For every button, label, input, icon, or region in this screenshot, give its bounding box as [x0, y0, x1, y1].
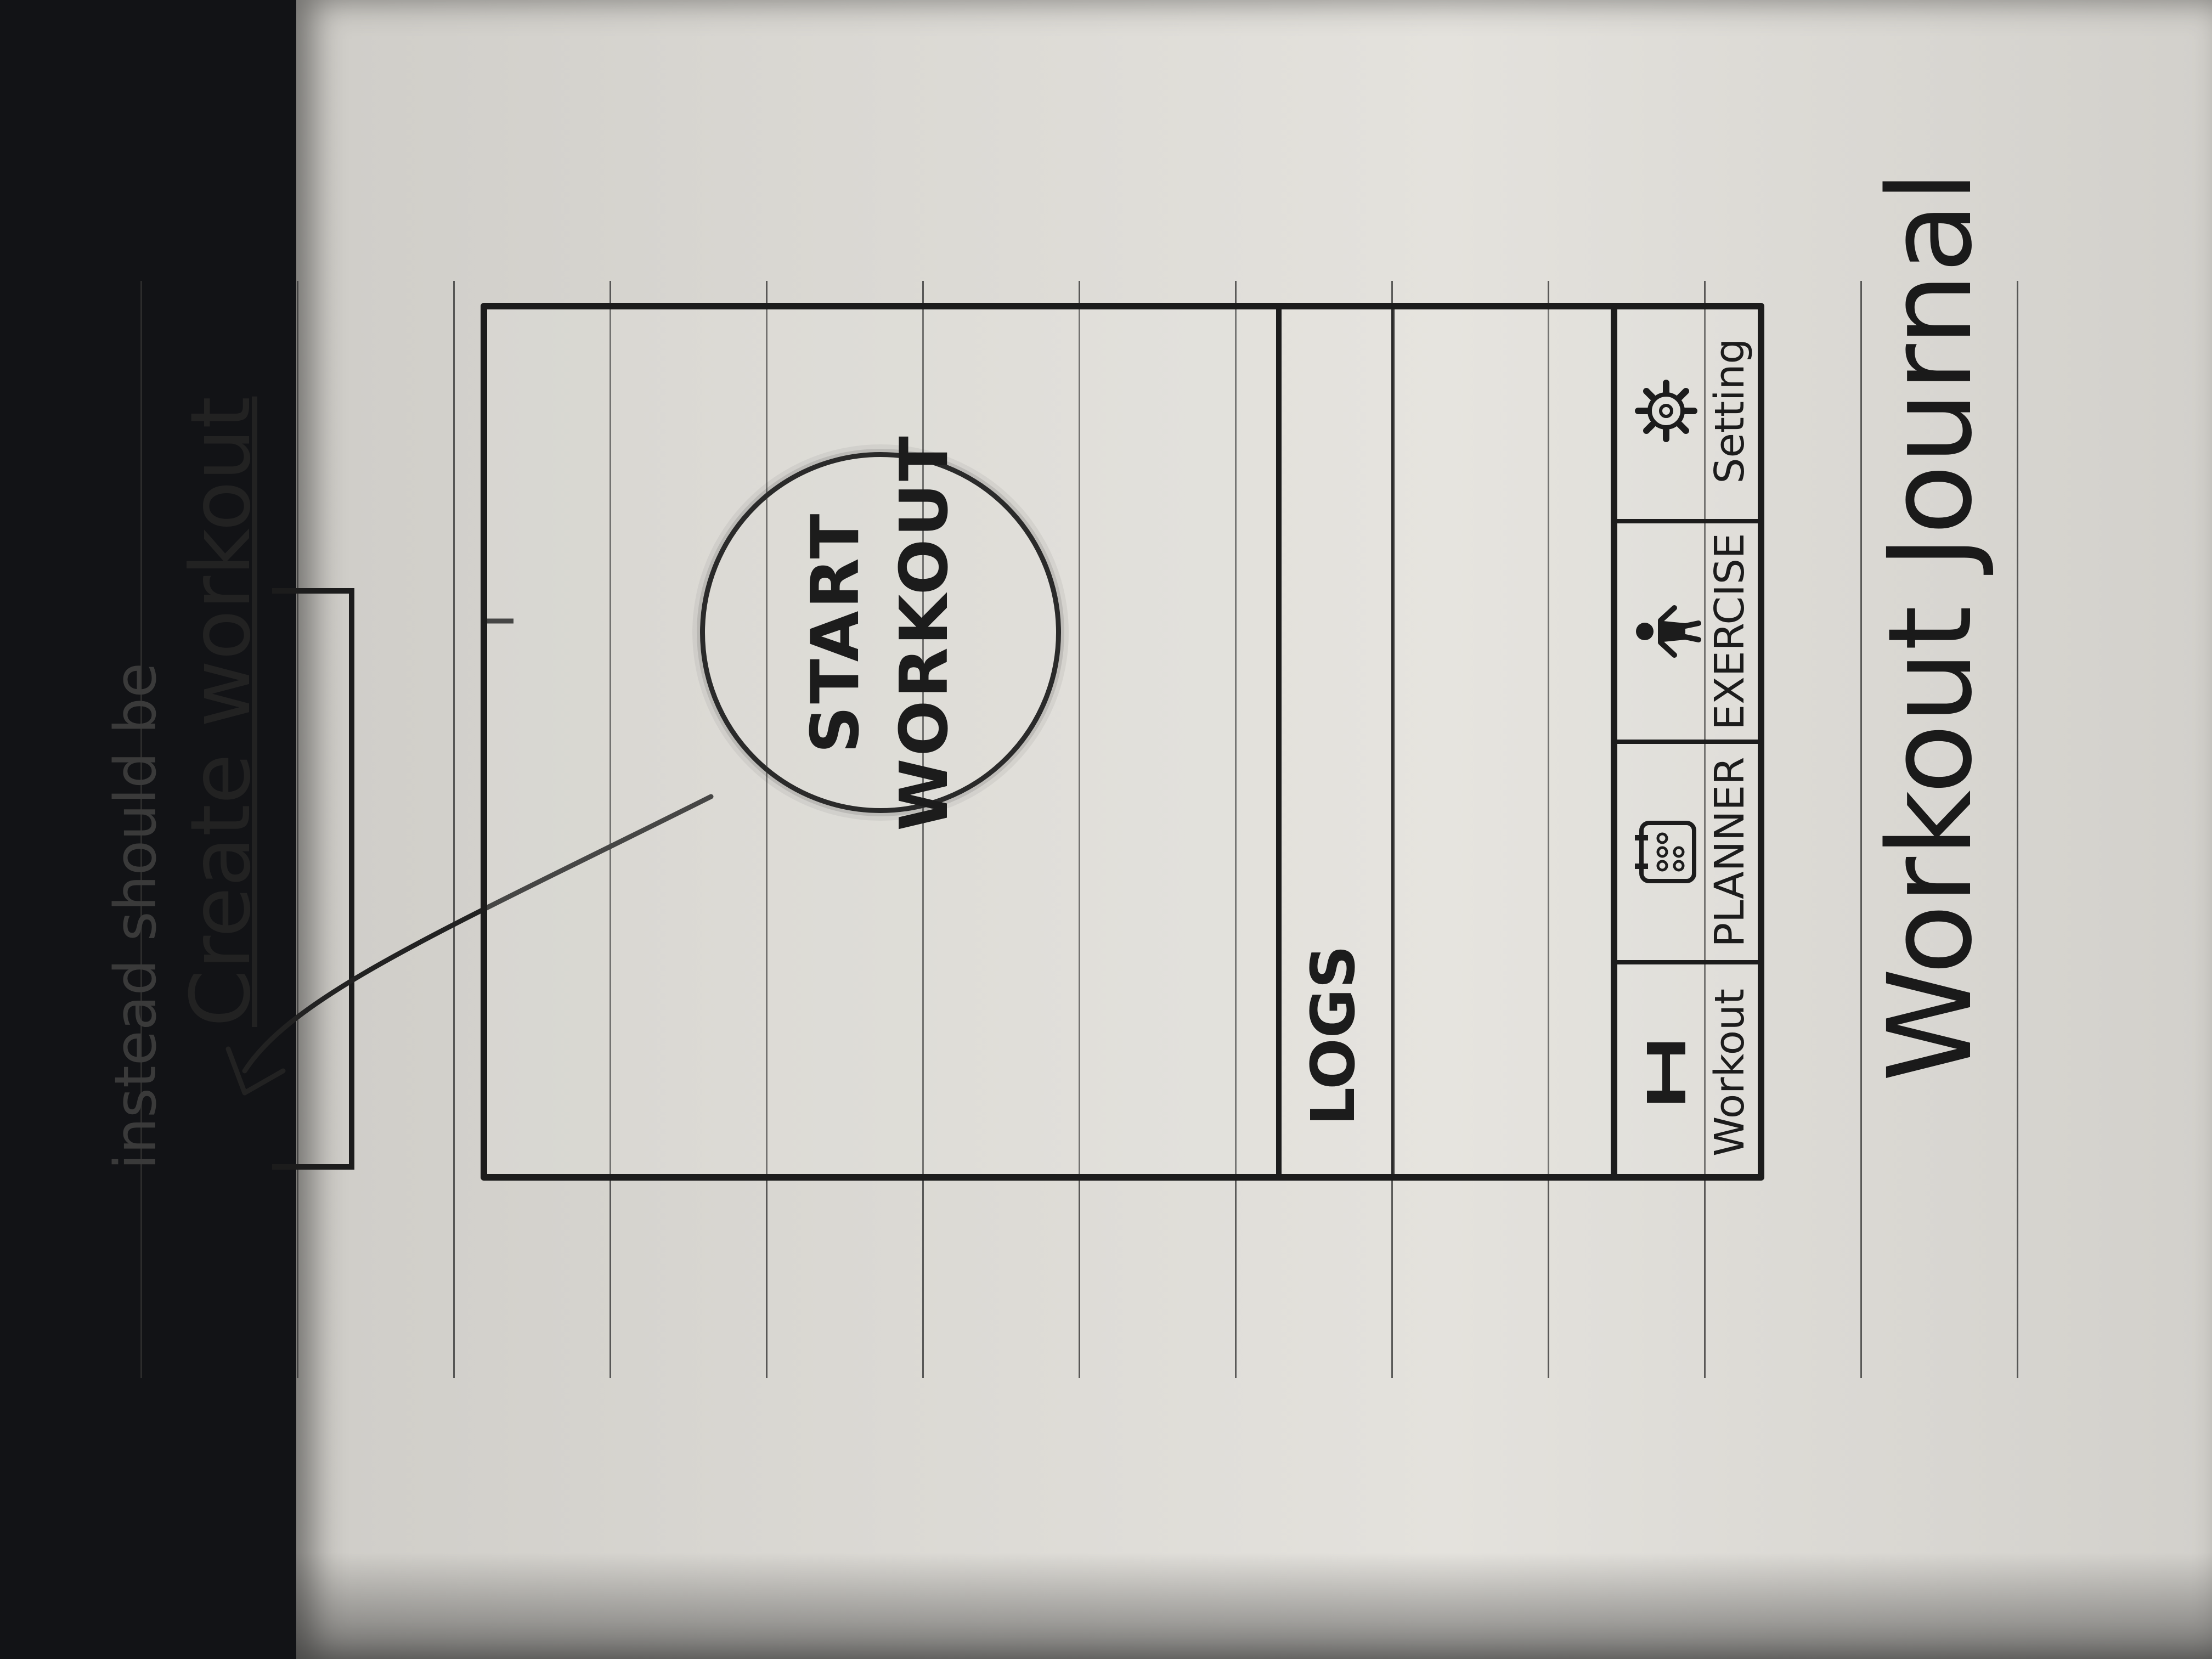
nav-label-workout: Workout [1706, 989, 1753, 1156]
gear-icon [1630, 375, 1702, 447]
nav-item-planner[interactable]: PLANNER [1617, 740, 1764, 960]
paper-shadow [296, 1553, 2212, 1659]
start-workout-button[interactable]: START WORKOUT [700, 434, 1061, 831]
nav-item-workout[interactable]: Workout [1617, 960, 1764, 1181]
bottom-navigation: Workout PLANNER EXERCISE Setting [1611, 303, 1764, 1181]
phone-screen [481, 303, 1764, 1181]
workout-button-label: WORKOUT [887, 434, 963, 831]
sketch-caption: Workout Journal [1863, 170, 1997, 1082]
logs-heading: LOGS [1298, 945, 1368, 1126]
start-button-label: START [798, 511, 874, 754]
nav-label-exercise: EXERCISE [1706, 533, 1753, 730]
nav-item-exercise[interactable]: EXERCISE [1617, 519, 1764, 740]
person-icon [1630, 596, 1702, 667]
wireframe-sketch: instead should be Create workout START W… [64, 171, 2148, 1378]
logs-row-divider [1391, 303, 1395, 1181]
nav-label-planner: PLANNER [1706, 757, 1753, 947]
calendar-icon [1630, 816, 1702, 888]
logs-divider [1276, 303, 1282, 1181]
dumbbell-icon [1630, 1037, 1702, 1108]
nav-label-setting: Setting [1706, 338, 1753, 484]
nav-item-setting[interactable]: Setting [1617, 303, 1764, 519]
